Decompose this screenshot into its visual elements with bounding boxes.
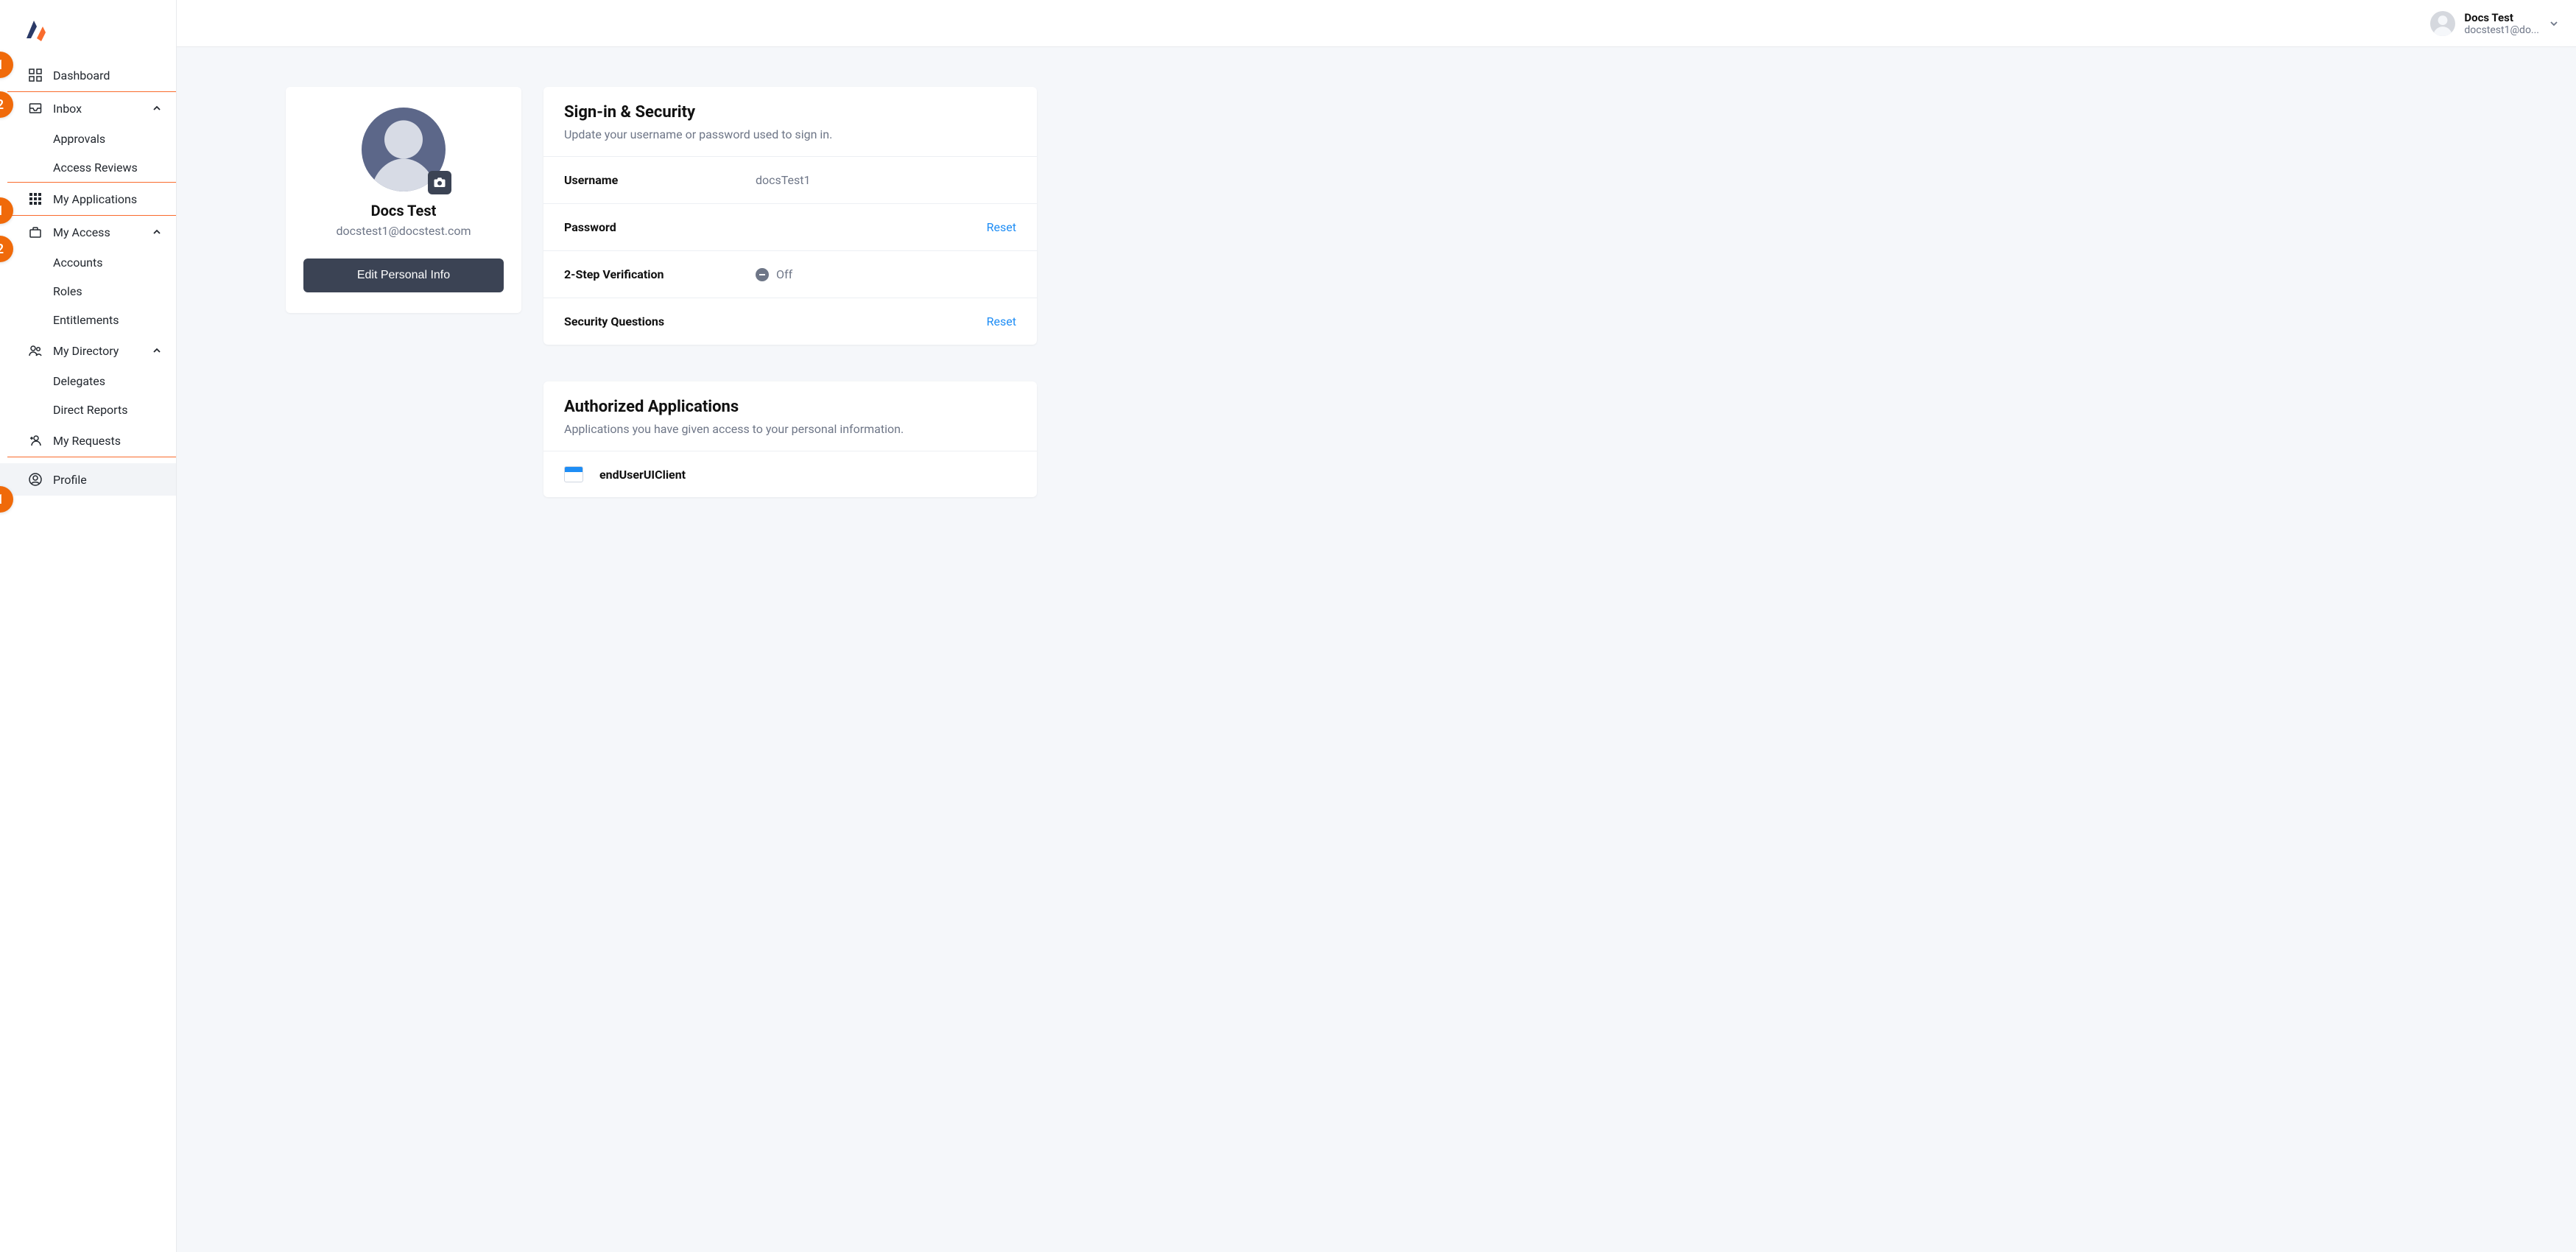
panel-subtitle: Update your username or password used to… (564, 127, 1016, 141)
sidebar-item-my-access[interactable]: My Access (0, 216, 176, 248)
topbar: Docs Test docstest1@do... (177, 0, 2576, 47)
apps-grid-icon (28, 191, 43, 206)
sidebar-item-label: My Access (53, 225, 110, 239)
app-row[interactable]: endUserUIClient (543, 451, 1037, 497)
row-username: Username docsTest1 (543, 157, 1037, 204)
inbox-icon (28, 101, 43, 116)
logo-icon (19, 16, 157, 46)
panel-title: Authorized Applications (564, 398, 1016, 416)
security-panel: Sign-in & Security Update your username … (543, 87, 1037, 345)
sidebar-item-my-directory[interactable]: My Directory (0, 334, 176, 367)
app-logo (0, 0, 176, 59)
sidebar-item-my-applications[interactable]: My Applications (0, 183, 176, 215)
profile-email: docstest1@docstest.com (303, 224, 504, 238)
sidebar-item-label: Roles (53, 284, 82, 298)
sidebar-item-label: Entitlements (53, 313, 119, 327)
sidebar-item-label: Access Reviews (53, 161, 138, 175)
status-off-icon (756, 268, 769, 281)
sidebar-item-inbox[interactable]: Inbox (0, 92, 176, 124)
profile-card: Docs Test docstest1@docstest.com Edit Pe… (286, 87, 521, 313)
sidebar-item-access-reviews[interactable]: Access Reviews (0, 153, 176, 182)
sidebar: 1 Dashboard 2 Inbox Approvals Access Rev… (0, 0, 177, 1252)
upload-photo-button[interactable] (428, 171, 451, 194)
row-label: Username (564, 173, 756, 187)
chevron-up-icon (152, 346, 161, 355)
person-plus-icon (28, 433, 43, 448)
content: Docs Test docstest1@docstest.com Edit Pe… (177, 47, 2576, 1252)
user-menu[interactable]: Docs Test docstest1@do... (2430, 11, 2558, 36)
sidebar-item-label: My Applications (53, 192, 137, 206)
panel-title: Sign-in & Security (564, 103, 1016, 122)
sidebar-item-label: Approvals (53, 132, 105, 146)
reset-password-link[interactable]: Reset (987, 220, 1016, 234)
sidebar-item-accounts[interactable]: Accounts (0, 248, 176, 277)
nav: 1 Dashboard 2 Inbox Approvals Access Rev… (0, 59, 176, 496)
row-password: Password Reset (543, 204, 1037, 251)
briefcase-icon (28, 225, 43, 239)
sidebar-item-label: Dashboard (53, 68, 110, 82)
app-name: endUserUIClient (599, 468, 686, 482)
chevron-down-icon (2549, 19, 2558, 28)
panel-subtitle: Applications you have given access to yo… (564, 422, 1016, 436)
authorized-apps-panel: Authorized Applications Applications you… (543, 381, 1037, 497)
row-security-questions: Security Questions Reset (543, 298, 1037, 345)
dashboard-icon (28, 68, 43, 82)
sidebar-item-label: Inbox (53, 102, 82, 116)
sidebar-item-label: Accounts (53, 256, 102, 270)
row-2step: 2-Step Verification Off (543, 251, 1037, 298)
sidebar-item-label: Direct Reports (53, 403, 127, 417)
sidebar-item-profile[interactable]: Profile (0, 463, 176, 496)
sidebar-item-roles[interactable]: Roles (0, 277, 176, 306)
row-value: Off (776, 267, 792, 281)
sidebar-item-label: My Requests (53, 434, 121, 448)
sidebar-item-my-requests[interactable]: My Requests (0, 424, 176, 457)
sidebar-item-entitlements[interactable]: Entitlements (0, 306, 176, 334)
user-circle-icon (28, 472, 43, 487)
sidebar-item-dashboard[interactable]: Dashboard (0, 59, 176, 91)
main: Docs Test docstest1@do... (177, 0, 2576, 1252)
app-icon (564, 466, 583, 482)
avatar-icon (2430, 11, 2455, 36)
header-user-email: docstest1@do... (2464, 24, 2539, 36)
row-value: docsTest1 (756, 173, 1016, 187)
people-icon (28, 343, 43, 358)
chevron-up-icon (152, 104, 161, 113)
sidebar-item-direct-reports[interactable]: Direct Reports (0, 395, 176, 424)
camera-icon (433, 176, 446, 189)
sidebar-item-label: My Directory (53, 344, 119, 358)
row-label: Password (564, 220, 756, 234)
profile-name: Docs Test (303, 202, 504, 219)
header-user-name: Docs Test (2464, 11, 2539, 24)
profile-avatar (362, 108, 446, 191)
sidebar-item-delegates[interactable]: Delegates (0, 367, 176, 395)
edit-personal-info-button[interactable]: Edit Personal Info (303, 259, 504, 292)
chevron-up-icon (152, 228, 161, 236)
row-label: Security Questions (564, 314, 756, 328)
sidebar-item-approvals[interactable]: Approvals (0, 124, 176, 153)
row-label: 2-Step Verification (564, 267, 756, 281)
reset-security-questions-link[interactable]: Reset (987, 314, 1016, 328)
sidebar-item-label: Delegates (53, 374, 105, 388)
sidebar-item-label: Profile (53, 473, 87, 487)
